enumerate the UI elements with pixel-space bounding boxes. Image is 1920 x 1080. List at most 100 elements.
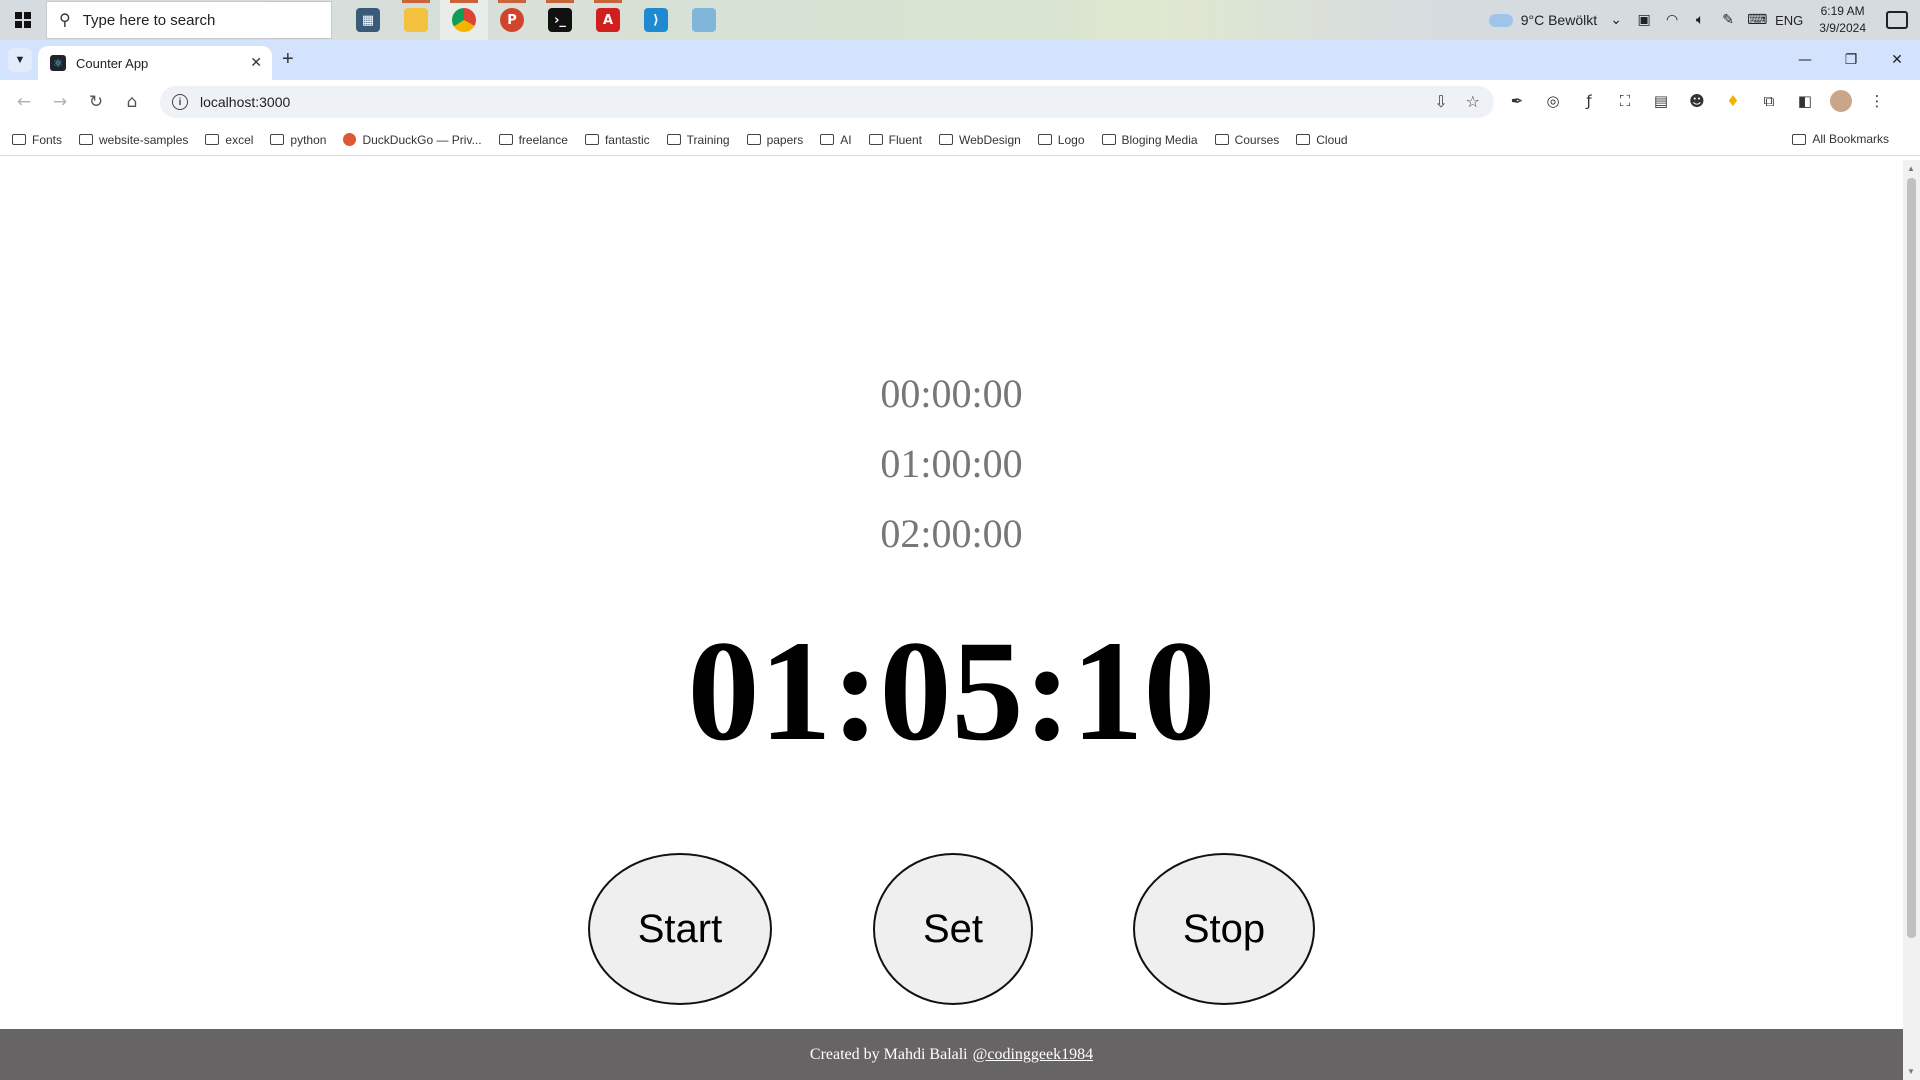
search-icon: ⚲ — [59, 12, 71, 29]
taskbar-app-chrome[interactable] — [440, 0, 488, 40]
bookmark-folder-freelance[interactable]: freelance — [498, 133, 568, 147]
bookmark-folder-ai[interactable]: AI — [820, 133, 852, 147]
folder-icon — [666, 134, 681, 145]
site-info-icon[interactable]: i — [172, 94, 188, 110]
panda-extension-icon[interactable]: ☻ — [1686, 90, 1708, 112]
folder-icon — [820, 134, 835, 145]
taskbar-app-terminal[interactable]: ›_ — [536, 0, 584, 40]
taskbar-app-calculator[interactable]: ▦ — [344, 0, 392, 40]
clock-time: 6:19 AM — [1820, 4, 1865, 18]
pen-icon[interactable]: ✎ — [1719, 12, 1737, 28]
chevron-up-icon[interactable]: ⌄ — [1607, 12, 1625, 28]
back-button[interactable]: ← — [6, 84, 42, 120]
keyboard-icon[interactable]: ⌨ — [1747, 12, 1767, 28]
bookmark-duckduckgo[interactable]: DuckDuckGo — Priv... — [343, 132, 482, 147]
weather-widget[interactable]: 9°C Bewölkt — [1488, 12, 1598, 28]
bookmark-folder-fluent[interactable]: Fluent — [868, 132, 922, 147]
bookmark-label: DuckDuckGo — Priv... — [362, 132, 482, 147]
folder-icon — [584, 134, 599, 145]
bookmark-folder-papers[interactable]: papers — [746, 133, 803, 147]
bookmark-star-icon[interactable]: ☆ — [1466, 92, 1480, 111]
bookmark-label: website-samples — [99, 132, 189, 147]
minimize-icon[interactable]: — — [1782, 40, 1828, 80]
taskbar-app-postman[interactable]: P — [488, 0, 536, 40]
bookmarks-bar: Fonts website-samples excel python DuckD… — [0, 124, 1920, 156]
all-bookmarks-label: All Bookmarks — [1812, 132, 1889, 146]
acrobat-icon: A — [596, 8, 620, 32]
menu-kebab-icon[interactable]: ⋮ — [1866, 90, 1888, 112]
bookmark-label: WebDesign — [958, 132, 1021, 147]
url-text[interactable]: localhost:3000 — [200, 94, 290, 110]
bookmark-folder-bloging-media[interactable]: Bloging Media — [1101, 133, 1198, 147]
tab-counter-app[interactable]: ⚛ Counter App ✕ — [38, 46, 272, 80]
bookmark-folder-website-samples[interactable]: website-samples — [79, 133, 188, 147]
folder-icon — [205, 134, 220, 145]
taskbar-app-acrobat[interactable]: A — [584, 0, 632, 40]
bookmark-folder-logo[interactable]: Logo — [1037, 133, 1085, 147]
speaker-icon[interactable]: 🔈︎ — [1691, 12, 1709, 28]
scroll-up-arrow-icon[interactable]: ▲ — [1907, 164, 1915, 173]
start-button[interactable]: Start — [588, 853, 772, 1005]
bookmark-folder-fantastic[interactable]: fantastic — [584, 133, 650, 147]
calendar-extension-icon[interactable]: ▤ — [1650, 90, 1672, 112]
forward-button[interactable]: → — [42, 84, 78, 120]
saved-time-item: 02:00:00 — [880, 511, 1023, 556]
address-bar[interactable]: i localhost:3000 ⇩ ☆ — [160, 86, 1494, 118]
home-button[interactable]: ⌂ — [114, 84, 150, 120]
folder-icon — [1792, 133, 1807, 145]
device-icon[interactable]: ▣ — [1635, 12, 1653, 28]
notification-icon[interactable] — [1886, 11, 1908, 29]
reload-button[interactable]: ↻ — [78, 84, 114, 120]
page-scrollbar[interactable]: ▲ ▼ — [1903, 160, 1920, 1080]
bookmark-folder-webdesign[interactable]: WebDesign — [938, 132, 1021, 147]
taskbar-app-other[interactable] — [680, 0, 728, 40]
saved-time-item: 00:00:00 — [880, 371, 1023, 416]
tab-search-button[interactable]: ▼ — [8, 48, 32, 72]
bookmark-folder-fonts[interactable]: Fonts — [12, 133, 62, 147]
counter-display: 01:05:10 — [687, 612, 1216, 771]
bookmark-folder-cloud[interactable]: Cloud — [1296, 133, 1348, 147]
folder-icon — [270, 134, 285, 145]
taskbar-clock[interactable]: 6:19 AM 3/9/2024 — [1819, 3, 1866, 37]
taskbar-search-box[interactable]: ⚲ Type here to search — [46, 1, 332, 39]
puzzle-extensions-icon[interactable]: ⧉ — [1758, 90, 1780, 112]
font-extension-icon[interactable]: ƒ — [1578, 90, 1600, 112]
network-icon[interactable]: ◠ — [1663, 12, 1681, 28]
clock-date: 3/9/2024 — [1819, 21, 1866, 35]
language-indicator[interactable]: ENG — [1775, 13, 1803, 28]
taskbar-pinned-apps: ▦ P ›_ A ⟩ — [344, 0, 728, 40]
set-button[interactable]: Set — [873, 853, 1033, 1005]
side-panel-icon[interactable]: ◧ — [1794, 90, 1816, 112]
close-window-icon[interactable]: ✕ — [1874, 40, 1920, 80]
browser-tabstrip: ▼ ⚛ Counter App ✕ + — ❐ ✕ — [0, 40, 1920, 80]
bookmark-label: Fluent — [888, 132, 922, 147]
folder-icon — [79, 134, 94, 145]
windows-start-button[interactable] — [0, 0, 46, 40]
new-tab-button[interactable]: + — [282, 49, 294, 69]
all-bookmarks-button[interactable]: All Bookmarks — [1792, 132, 1889, 146]
windows-logo-icon — [15, 12, 31, 28]
bookmark-folder-excel[interactable]: excel — [205, 133, 253, 147]
profile-avatar[interactable] — [1830, 90, 1852, 112]
footer-author-link[interactable]: @codinggeek1984 — [973, 1046, 1093, 1064]
scrollbar-thumb[interactable] — [1907, 178, 1916, 938]
taskbar-app-file-explorer[interactable] — [392, 0, 440, 40]
scroll-down-arrow-icon[interactable]: ▼ — [1907, 1067, 1915, 1076]
system-tray: 9°C Bewölkt ⌄ ▣ ◠ 🔈︎ ✎ ⌨ ENG 6:19 AM 3/9… — [1488, 0, 1920, 40]
bookmark-folder-python[interactable]: python — [270, 133, 326, 147]
bookmark-folder-courses[interactable]: Courses — [1214, 133, 1279, 147]
chevron-down-icon: ▼ — [14, 54, 26, 66]
eyedropper-extension-icon[interactable]: ✒ — [1506, 90, 1528, 112]
restore-icon[interactable]: ❐ — [1828, 40, 1874, 80]
weather-text: 9°C Bewölkt — [1520, 12, 1598, 28]
taskbar-app-vscode[interactable]: ⟩ — [632, 0, 680, 40]
close-tab-icon[interactable]: ✕ — [250, 54, 262, 71]
stop-button[interactable]: Stop — [1133, 853, 1315, 1005]
bookmark-folder-training[interactable]: Training — [666, 133, 730, 147]
screenshot-extension-icon[interactable]: ⛶ — [1614, 90, 1636, 112]
app-icon — [692, 8, 716, 32]
taskbar-search-placeholder: Type here to search — [82, 11, 216, 29]
compass-extension-icon[interactable]: ◎ — [1542, 90, 1564, 112]
bell-extension-icon[interactable]: ♦ — [1722, 90, 1744, 112]
install-app-icon[interactable]: ⇩ — [1434, 92, 1447, 111]
